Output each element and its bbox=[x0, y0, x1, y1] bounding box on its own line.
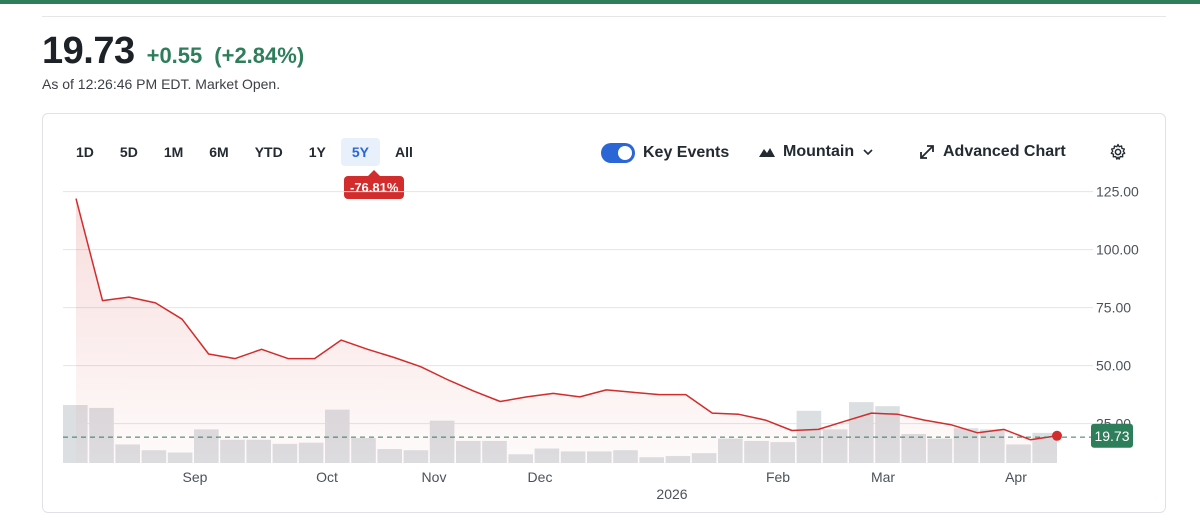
x-tick-label: Nov bbox=[422, 469, 447, 485]
price-area bbox=[76, 198, 1057, 463]
x-tick-label: Feb bbox=[766, 469, 790, 485]
y-tick-label: 125.00 bbox=[1096, 184, 1139, 200]
y-tick-label: 100.00 bbox=[1096, 242, 1139, 258]
last-price-dot bbox=[1052, 430, 1062, 441]
x-tick-label: Dec bbox=[528, 469, 553, 485]
x-tick-label: Oct bbox=[316, 469, 338, 485]
x-year-label: 2026 bbox=[656, 486, 687, 502]
x-tick-label: Mar bbox=[871, 469, 895, 485]
y-tick-label: 50.00 bbox=[1096, 358, 1131, 374]
x-tick-label: Sep bbox=[183, 469, 208, 485]
last-price-label: 19.73 bbox=[1094, 428, 1129, 444]
price-chart: 125.00100.0075.0050.0025.00 Sep Oct Nov Dec… bbox=[63, 184, 1139, 502]
x-tick-label: Apr bbox=[1005, 469, 1027, 485]
y-tick-label: 75.00 bbox=[1096, 300, 1131, 316]
